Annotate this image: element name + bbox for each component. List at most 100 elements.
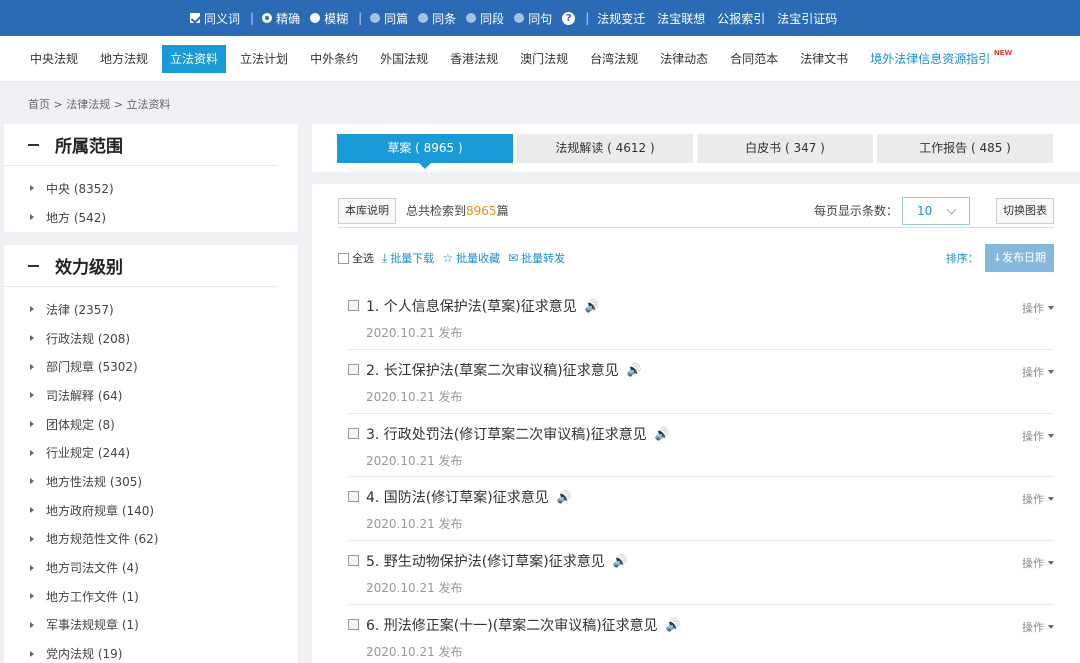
nav-legislative-plans[interactable]: 立法计划: [232, 45, 296, 73]
result-title-link[interactable]: 1. 个人信息保护法(草案)征求意见 🔊: [366, 296, 600, 316]
publish-date: 2020.10.21 发布: [366, 581, 463, 596]
scope-same-clause[interactable]: 同条: [418, 10, 456, 27]
nav-taiwan-laws[interactable]: 台湾法规: [582, 45, 646, 73]
caret-down-icon: [1048, 306, 1054, 310]
filter-item[interactable]: 军事法规规章 (1): [4, 611, 298, 640]
caret-right-icon: [30, 593, 34, 600]
fuzzy-radio[interactable]: 模糊: [310, 10, 348, 27]
sort-by-date-button[interactable]: ↓发布日期: [984, 244, 1054, 272]
nav-foreign-laws[interactable]: 外国法规: [372, 45, 436, 73]
speaker-icon[interactable]: 🔊: [627, 363, 642, 377]
new-badge: NEW: [993, 48, 1013, 57]
operations-dropdown[interactable]: 操作: [1022, 364, 1054, 380]
speaker-icon[interactable]: 🔊: [585, 299, 600, 313]
item-checkbox[interactable]: [348, 555, 359, 567]
operations-dropdown[interactable]: 操作: [1022, 428, 1054, 444]
filter-item-central[interactable]: 中央 (8352): [4, 174, 298, 203]
speaker-icon[interactable]: 🔊: [666, 618, 681, 632]
result-title-link[interactable]: 4. 国防法(修订草案)征求意见 🔊: [366, 487, 572, 507]
caret-right-icon: [30, 650, 34, 657]
synonym-checkbox[interactable]: 同义词: [190, 10, 240, 27]
nav-hongkong-laws[interactable]: 香港法规: [442, 45, 506, 73]
exact-radio[interactable]: 精确: [262, 10, 300, 27]
panel-header[interactable]: 效力级别: [4, 245, 278, 287]
per-page-select[interactable]: 10: [902, 196, 970, 225]
select-all-checkbox[interactable]: [338, 252, 349, 264]
nav-central-laws[interactable]: 中央法规: [22, 45, 86, 73]
speaker-icon[interactable]: 🔊: [557, 490, 572, 504]
item-checkbox[interactable]: [348, 427, 359, 439]
tab-interpretations[interactable]: 法规解读 ( 4612 ): [517, 134, 693, 163]
link-association[interactable]: 法宝联想: [657, 10, 705, 27]
nav-overseas-resources[interactable]: 境外法律信息资源指引 NEW: [862, 45, 1012, 73]
filter-item[interactable]: 地方司法文件 (4): [4, 553, 298, 582]
nav-treaties[interactable]: 中外条约: [302, 45, 366, 73]
link-gazette-index[interactable]: 公报索引: [717, 10, 765, 27]
operations-dropdown[interactable]: 操作: [1022, 491, 1054, 507]
download-icon: ⤓: [382, 250, 388, 265]
caret-down-icon: [1048, 433, 1054, 438]
nav-legal-documents[interactable]: 法律文书: [792, 45, 856, 73]
link-law-changes[interactable]: 法规变迁: [597, 10, 645, 27]
level-filter-panel: 效力级别 法律 (2357) 行政法规 (208) 部门规章 (5302) 司法解释 …: [4, 245, 298, 663]
nav-legislative-materials[interactable]: 立法资料: [162, 44, 227, 73]
operations-dropdown[interactable]: 操作: [1022, 555, 1054, 571]
operations-dropdown[interactable]: 操作: [1022, 619, 1054, 635]
nav-local-laws[interactable]: 地方法规: [92, 45, 156, 73]
scope-same-article[interactable]: 同篇: [370, 10, 408, 27]
operations-dropdown[interactable]: 操作: [1022, 300, 1054, 316]
filter-item[interactable]: 部门规章 (5302): [4, 352, 298, 381]
batch-forward-button[interactable]: ✉ 批量转发: [508, 250, 565, 266]
item-checkbox[interactable]: [348, 363, 359, 375]
about-library-button[interactable]: 本库说明: [338, 197, 396, 224]
batch-favorite-button[interactable]: ☆ 批量收藏: [442, 250, 500, 266]
filter-item[interactable]: 司法解释 (64): [4, 381, 298, 410]
item-checkbox[interactable]: [348, 491, 359, 503]
result-title-link[interactable]: 6. 刑法修正案(十一)(草案二次审议稿)征求意见 🔊: [366, 615, 681, 635]
filter-item[interactable]: 行政法规 (208): [4, 324, 298, 353]
collapse-icon: [28, 143, 39, 146]
speaker-icon[interactable]: 🔊: [655, 427, 670, 441]
batch-download-button[interactable]: ⤓ 批量下载: [382, 250, 434, 266]
caret-right-icon: [30, 507, 34, 514]
help-icon[interactable]: ?: [562, 11, 576, 25]
select-all-label: 全选: [352, 252, 374, 265]
mail-icon: ✉: [508, 251, 519, 265]
link-citation-code[interactable]: 法宝引证码: [777, 10, 837, 27]
result-title-link[interactable]: 2. 长江保护法(草案二次审议稿)征求意见 🔊: [366, 360, 642, 380]
item-checkbox[interactable]: [348, 618, 359, 630]
panel-header[interactable]: 所属范围: [4, 124, 278, 166]
item-checkbox[interactable]: [348, 300, 359, 311]
tab-drafts[interactable]: 草案 ( 8965 ): [337, 134, 513, 169]
nav-macau-laws[interactable]: 澳门法规: [512, 45, 576, 73]
filter-item[interactable]: 地方政府规章 (140): [4, 496, 298, 525]
scope-same-sentence[interactable]: 同句: [514, 10, 552, 27]
radio-icon: [310, 13, 321, 23]
tab-work-reports[interactable]: 工作报告 ( 485 ): [877, 134, 1053, 163]
per-page-label: 每页显示条数：: [813, 204, 898, 218]
filter-item-local[interactable]: 地方 (542): [4, 203, 298, 232]
filter-item[interactable]: 地方工作文件 (1): [4, 582, 298, 611]
filter-item[interactable]: 地方性法规 (305): [4, 467, 298, 496]
filter-item[interactable]: 团体规定 (8): [4, 410, 298, 439]
caret-right-icon: [30, 421, 34, 428]
result-item: 6. 刑法修正案(十一)(草案二次审议稿)征求意见 🔊 2020.10.21 发布 操…: [348, 605, 1054, 663]
caret-right-icon: [30, 621, 34, 628]
filter-item[interactable]: 法律 (2357): [4, 295, 298, 324]
tab-white-papers[interactable]: 白皮书 ( 347 ): [697, 134, 873, 163]
nav-legal-news[interactable]: 法律动态: [652, 45, 716, 73]
divider: |: [358, 11, 363, 25]
radio-icon: [514, 13, 525, 23]
category-tabs: 草案 ( 8965 ) 法规解读 ( 4612 ) 白皮书 ( 347 ) 工作…: [337, 134, 1057, 169]
nav-contract-templates[interactable]: 合同范本: [722, 45, 786, 73]
speaker-icon[interactable]: 🔊: [613, 554, 628, 568]
tabs-separator: [312, 172, 1080, 184]
filter-item[interactable]: 地方规范性文件 (62): [4, 525, 298, 554]
filter-item[interactable]: 党内法规 (19): [4, 639, 298, 663]
switch-chart-button[interactable]: 切换图表: [996, 197, 1054, 224]
result-title-link[interactable]: 5. 野生动物保护法(修订草案)征求意见 🔊: [366, 551, 628, 571]
filter-item[interactable]: 行业规定 (244): [4, 438, 298, 467]
result-title-link[interactable]: 3. 行政处罚法(修订草案二次审议稿)征求意见 🔊: [366, 424, 670, 444]
scope-same-paragraph[interactable]: 同段: [466, 10, 504, 27]
caret-right-icon: [30, 363, 34, 370]
